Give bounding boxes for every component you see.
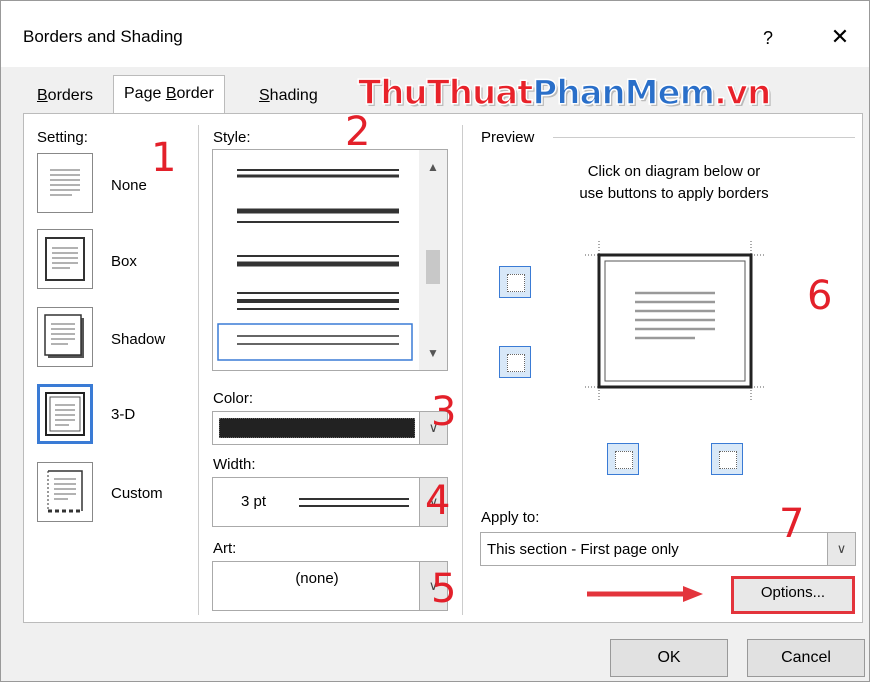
tab-shading[interactable]: Shading: [249, 81, 328, 113]
preview-hint-line1: Click on diagram below or: [587, 163, 761, 180]
art-dropdown[interactable]: (none) ∨: [212, 561, 448, 611]
width-line-preview: [299, 498, 409, 507]
annotation-5: 5: [431, 566, 457, 612]
scroll-down-icon[interactable]: ▼: [419, 346, 447, 360]
preview-hint-line2: use buttons to apply borders: [579, 185, 769, 202]
annotation-3: 3: [431, 389, 457, 435]
bottom-border-button[interactable]: [499, 346, 531, 378]
arrow-icon: [587, 586, 703, 602]
width-value: 3 pt: [241, 493, 267, 510]
setting-none-icon[interactable]: [37, 153, 93, 213]
setting-box-label[interactable]: Box: [111, 253, 137, 270]
cancel-button[interactable]: Cancel: [747, 639, 865, 677]
annotation-6: 6: [807, 273, 833, 319]
ok-button[interactable]: OK: [610, 639, 728, 677]
tab-borders[interactable]: Borders: [27, 81, 103, 113]
setting-shadow-label[interactable]: Shadow: [111, 331, 165, 348]
setting-heading: Setting:: [37, 129, 88, 146]
borders-shading-dialog: Borders and Shading ? ✕ Borders Page Bor…: [0, 0, 870, 682]
annotation-2: 2: [345, 109, 371, 155]
help-button[interactable]: ?: [753, 23, 783, 53]
preview-rule: [553, 137, 855, 138]
annotation-7: 7: [779, 501, 805, 547]
right-border-button[interactable]: [711, 443, 743, 475]
style-heading: Style:: [213, 129, 251, 146]
scroll-thumb[interactable]: [426, 250, 440, 284]
tab-page-border[interactable]: Page Border: [113, 75, 225, 115]
width-dropdown[interactable]: 3 pt ∨: [212, 477, 448, 527]
scroll-up-icon[interactable]: ▲: [419, 160, 447, 174]
options-button[interactable]: Options...: [731, 576, 855, 614]
options-button-label: Options...: [760, 584, 826, 601]
setting-none-label[interactable]: None: [111, 177, 147, 194]
setting-custom-label[interactable]: Custom: [111, 485, 163, 502]
preview-heading: Preview: [481, 129, 535, 146]
annotation-1: 1: [151, 135, 177, 181]
width-heading: Width:: [213, 456, 256, 473]
setting-box-icon[interactable]: [37, 229, 93, 289]
title-bar: Borders and Shading ? ✕: [1, 1, 869, 67]
setting-3d-label[interactable]: 3-D: [111, 406, 135, 423]
close-button[interactable]: ✕: [825, 23, 855, 53]
art-heading: Art:: [213, 540, 237, 557]
apply-to-value: This section - First page only: [487, 541, 679, 558]
color-dropdown[interactable]: ∨: [212, 411, 448, 445]
setting-custom-icon[interactable]: [37, 462, 93, 522]
color-swatch: [219, 418, 415, 438]
divider: [198, 125, 199, 615]
art-value: (none): [295, 570, 339, 587]
left-border-button[interactable]: [607, 443, 639, 475]
color-heading: Color:: [213, 390, 254, 407]
setting-shadow-icon[interactable]: [37, 307, 93, 367]
chevron-down-icon[interactable]: ∨: [827, 533, 855, 565]
preview-diagram[interactable]: [585, 241, 765, 401]
annotation-4: 4: [425, 478, 451, 524]
watermark-logo: ThuThuatPhanMem.vn: [357, 72, 772, 114]
top-border-button[interactable]: [499, 266, 531, 298]
setting-3d-icon[interactable]: [37, 384, 93, 444]
style-scrollbar[interactable]: ▲ ▼: [419, 150, 447, 370]
apply-to-heading: Apply to:: [481, 509, 540, 526]
preview-hint: Click on diagram below or use buttons to…: [549, 161, 799, 205]
dialog-title: Borders and Shading: [23, 27, 183, 46]
style-list[interactable]: ▲ ▼: [212, 149, 448, 371]
divider: [462, 125, 463, 615]
line-style-options[interactable]: [213, 150, 419, 370]
